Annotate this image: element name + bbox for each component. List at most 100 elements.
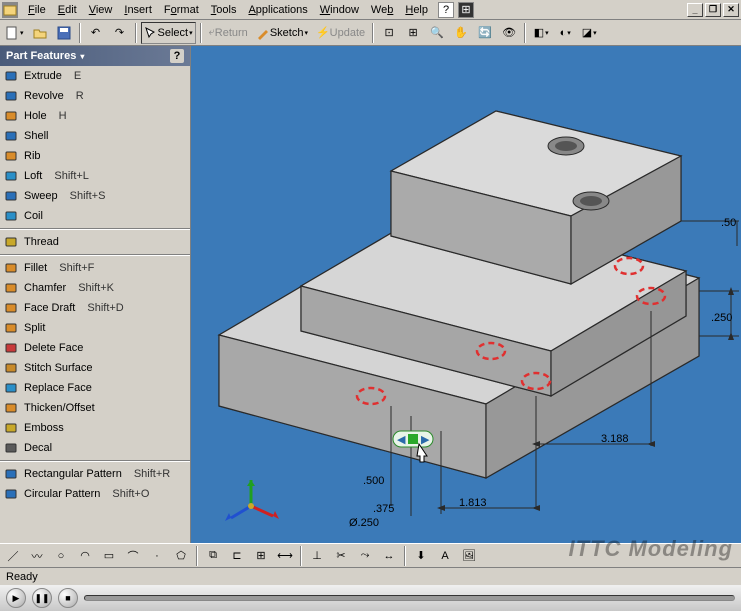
extend-tool[interactable]: ⤳	[354, 545, 376, 567]
feature-split[interactable]: Split	[0, 318, 190, 338]
undo-button[interactable]: ↶	[85, 22, 107, 44]
stop-button[interactable]: ■	[58, 588, 78, 608]
feature-facedraft[interactable]: Face DraftShift+D	[0, 298, 190, 318]
seek-slider[interactable]	[84, 595, 735, 601]
restore-button[interactable]: ❐	[705, 3, 721, 17]
feature-shortcut: Shift+S	[70, 190, 106, 202]
menu-window[interactable]: Window	[314, 2, 365, 18]
feature-decal[interactable]: Decal	[0, 438, 190, 458]
save-button[interactable]	[53, 22, 75, 44]
feature-shortcut: E	[74, 70, 81, 82]
project-tool[interactable]: ⬇	[410, 545, 432, 567]
feature-circularpattern[interactable]: Circular PatternShift+O	[0, 484, 190, 504]
dim-3188[interactable]: 3.188	[601, 433, 629, 445]
main-area: Part Features▾ ? ExtrudeERevolveRHoleHSh…	[0, 46, 741, 543]
feature-emboss[interactable]: Emboss	[0, 418, 190, 438]
menu-format[interactable]: Format	[158, 2, 205, 18]
feature-revolve[interactable]: RevolveR	[0, 86, 190, 106]
fillet-tool[interactable]: ⌒	[122, 545, 144, 567]
grid-icon[interactable]: ⊞	[458, 2, 474, 18]
offset-tool[interactable]: ⊏	[226, 545, 248, 567]
lookat-button[interactable]: 👁	[498, 22, 520, 44]
pause-button[interactable]: ❚❚	[32, 588, 52, 608]
point-tool[interactable]: ·	[146, 545, 168, 567]
dim-250dia[interactable]: Ø.250	[349, 517, 379, 529]
feature-chamfer[interactable]: ChamferShift+K	[0, 278, 190, 298]
help-icon[interactable]: ?	[438, 2, 454, 18]
feature-deleteface[interactable]: Delete Face	[0, 338, 190, 358]
constraint-tool[interactable]: ⊥	[306, 545, 328, 567]
rotate-button[interactable]: 🔄	[474, 22, 496, 44]
dim-50[interactable]: .50	[721, 217, 736, 229]
feature-extrude[interactable]: ExtrudeE	[0, 66, 190, 86]
feature-stitchsurface[interactable]: Stitch Surface	[0, 358, 190, 378]
menu-help[interactable]: Help	[399, 2, 434, 18]
feature-sweep[interactable]: SweepShift+S	[0, 186, 190, 206]
feature-label: Stitch Surface	[24, 362, 92, 374]
menu-web[interactable]: Web	[365, 2, 399, 18]
line-tool[interactable]: ／	[2, 545, 24, 567]
minimize-button[interactable]: _	[687, 3, 703, 17]
feature-replaceface[interactable]: Replace Face	[0, 378, 190, 398]
feature-hole[interactable]: HoleH	[0, 106, 190, 126]
shaded-button[interactable]: ◧▾	[530, 22, 552, 44]
update-button[interactable]: ⚡Update	[313, 22, 368, 44]
panel-help-icon[interactable]: ?	[170, 49, 184, 63]
menu-file[interactable]: File	[22, 2, 52, 18]
panel-header[interactable]: Part Features▾ ?	[0, 46, 190, 66]
menu-edit[interactable]: Edit	[52, 2, 83, 18]
viewport-3d[interactable]: .500 .375 Ø.250 1.813 3.188 .250 .50 ◀	[191, 46, 741, 543]
feature-coil[interactable]: Coil	[0, 206, 190, 226]
arc-tool[interactable]: ◠	[74, 545, 96, 567]
circle-tool[interactable]: ○	[50, 545, 72, 567]
emboss-icon	[4, 420, 20, 436]
dimension-tool[interactable]: ⟷	[274, 545, 296, 567]
pattern-tool[interactable]: ⊞	[250, 545, 272, 567]
zoom-button[interactable]: 🔍	[426, 22, 448, 44]
feature-rib[interactable]: Rib	[0, 146, 190, 166]
zoom-all-button[interactable]: ⊡	[378, 22, 400, 44]
pan-button[interactable]: ✋	[450, 22, 472, 44]
menu-applications[interactable]: Applications	[242, 2, 313, 18]
dim-375[interactable]: .375	[373, 503, 394, 515]
feature-label: Thread	[24, 236, 59, 248]
feature-thickenoffset[interactable]: Thicken/Offset	[0, 398, 190, 418]
status-text: Ready	[6, 571, 38, 583]
return-button[interactable]: ⤶ Return	[206, 22, 251, 44]
feature-panel: Part Features▾ ? ExtrudeERevolveRHoleHSh…	[0, 46, 191, 543]
part-model[interactable]	[219, 111, 699, 478]
sketch-button[interactable]: Sketch▾	[253, 22, 311, 44]
feature-shell[interactable]: Shell	[0, 126, 190, 146]
move-widget[interactable]: ◀ ▶	[393, 431, 433, 447]
feature-label: Replace Face	[24, 382, 92, 394]
camera-button[interactable]: ◐▾	[554, 22, 576, 44]
feature-shortcut: Shift+K	[78, 282, 114, 294]
select-button[interactable]: Select▾	[141, 22, 196, 44]
move-tool[interactable]: ↔	[378, 545, 400, 567]
shadow-button[interactable]: ◪▾	[578, 22, 600, 44]
feature-label: Revolve	[24, 90, 64, 102]
feature-rectangularpattern[interactable]: Rectangular PatternShift+R	[0, 464, 190, 484]
feature-loft[interactable]: LoftShift+L	[0, 166, 190, 186]
menu-view[interactable]: View	[83, 2, 119, 18]
dim-1813[interactable]: 1.813	[459, 497, 487, 509]
menu-insert[interactable]: Insert	[118, 2, 158, 18]
mirror-tool[interactable]: ⧉	[202, 545, 224, 567]
image-tool[interactable]: 🖼	[458, 545, 480, 567]
new-button[interactable]: ▾	[2, 22, 27, 44]
zoom-window-button[interactable]: ⊞	[402, 22, 424, 44]
spline-tool[interactable]: 〰	[26, 545, 48, 567]
dim-500[interactable]: .500	[363, 475, 384, 487]
dim-250h[interactable]: .250	[711, 312, 732, 324]
play-button[interactable]: ▶	[6, 588, 26, 608]
trim-tool[interactable]: ✂	[330, 545, 352, 567]
open-button[interactable]	[29, 22, 51, 44]
menu-tools[interactable]: Tools	[205, 2, 243, 18]
polygon-tool[interactable]: ⬠	[170, 545, 192, 567]
text-tool[interactable]: A	[434, 545, 456, 567]
rect-tool[interactable]: ▭	[98, 545, 120, 567]
close-button[interactable]: ✕	[723, 3, 739, 17]
feature-thread[interactable]: Thread	[0, 232, 190, 252]
feature-fillet[interactable]: FilletShift+F	[0, 258, 190, 278]
redo-button[interactable]: ↷	[109, 22, 131, 44]
